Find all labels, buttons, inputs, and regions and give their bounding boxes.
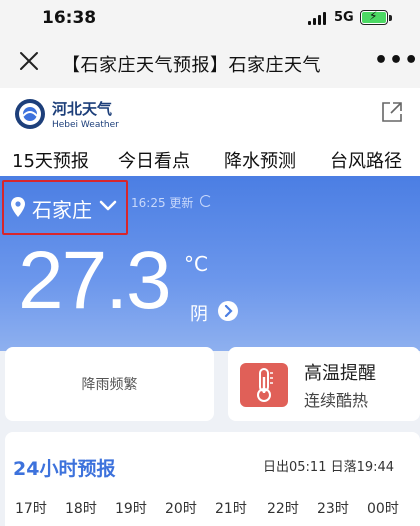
more-icon[interactable]: ••• [374,48,419,73]
nav-bar: 【石家庄天气预报】石家庄天气 ••• [0,36,420,88]
battery-tip [389,15,392,21]
hour-label: 21时 [215,501,247,517]
hour-label: 18时 [65,501,97,517]
share-icon[interactable] [380,100,404,124]
close-icon[interactable] [16,48,42,74]
chevron-down-icon [98,198,118,214]
hour-label: 17时 [15,501,47,517]
weather-condition: 阴 [190,304,208,325]
forecast-24h: 24小时预报 日出05:11 日落19:44 17时 18时 19时 20时 2… [5,432,420,526]
temperature-unit: °C [184,252,208,276]
tab-15day[interactable]: 15天预报 [12,147,89,173]
site-header: 河北天气 Hebei Weather [0,88,420,142]
site-name-en: Hebei Weather [52,120,119,130]
tab-typhoon[interactable]: 台风路径 [330,147,402,173]
warning-card[interactable]: 高温提醒 连续酷热 [228,347,420,421]
hour-label: 00时 [367,501,399,517]
location-pin-icon [10,196,26,218]
chevron-right-icon[interactable] [218,301,238,321]
hour-row: 17时 18时 19时 20时 21时 22时 23时 00时 [5,498,420,522]
hour-label: 19时 [115,501,147,517]
city-name: 石家庄 [32,198,92,222]
tab-today[interactable]: 今日看点 [118,147,190,173]
thermometer-icon [240,363,288,407]
page-title: 【石家庄天气预报】石家庄天气 [62,55,321,76]
battery-icon: ⚡ [360,9,388,25]
rain-card-text: 降雨频繁 [81,377,138,393]
forecast-title: 24小时预报 [13,458,116,480]
hour-label: 22时 [267,501,299,517]
tab-rain[interactable]: 降水预测 [224,147,296,173]
signal-icon [308,12,328,25]
network-label: 5G [334,10,354,25]
hour-label: 20时 [165,501,197,517]
site-name: 河北天气 [52,100,113,118]
hour-label: 23时 [317,501,349,517]
current-temperature: 27.3 [18,235,172,326]
weather-hero: 石家庄 16:25 更新 27.3 °C 阴 [0,176,420,351]
warning-subtitle: 连续酷热 [304,391,369,410]
sunrise-sunset: 日出05:11 日落19:44 [263,460,395,475]
update-time: 16:25 更新 [131,196,194,210]
status-time: 16:38 [42,8,97,28]
refresh-icon[interactable] [200,195,212,207]
rain-card[interactable]: 降雨频繁 [5,347,214,421]
status-bar: 16:38 5G ⚡ [0,0,420,36]
warning-title: 高温提醒 [304,363,376,384]
city-selector[interactable]: 石家庄 [2,180,128,235]
weather-logo-icon [14,98,46,130]
tab-bar: 15天预报 今日看点 降水预测 台风路径 [0,142,420,176]
